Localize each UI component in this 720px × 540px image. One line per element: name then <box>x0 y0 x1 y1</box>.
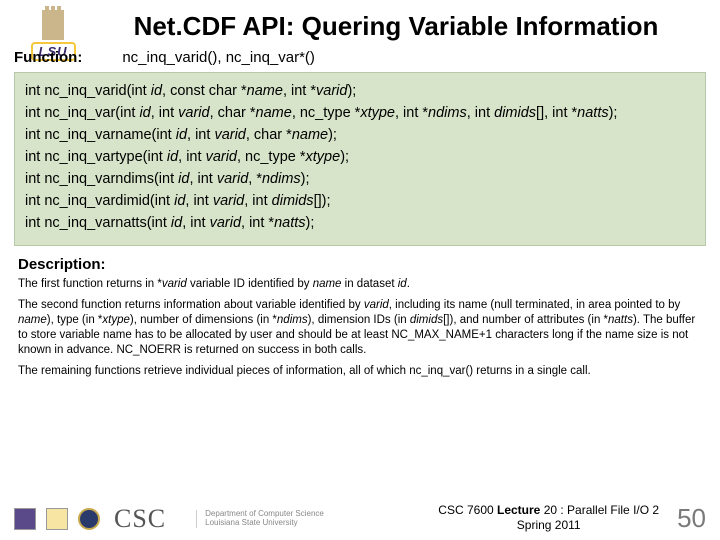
slide-title: Net.CDF API: Quering Variable Informatio… <box>92 8 700 41</box>
description-block: Description: The first function returns … <box>0 252 720 379</box>
slide-footer: CSC Department of Computer Science Louis… <box>0 503 720 534</box>
description-para: The second function returns information … <box>18 298 702 358</box>
description-para: The first function returns in *varid var… <box>18 277 702 292</box>
slide-header: LSU Net.CDF API: Quering Variable Inform… <box>0 0 720 66</box>
code-line: int nc_inq_varnatts(int id, int varid, i… <box>25 213 695 234</box>
footer-logos: CSC Department of Computer Science Louis… <box>14 504 324 534</box>
code-line: int nc_inq_varndims(int id, int varid, *… <box>25 169 695 190</box>
code-box: int nc_inq_varid(int id, const char *nam… <box>14 72 706 246</box>
function-row: Function: nc_inq_varid(), nc_inq_var*() <box>14 49 315 66</box>
title-wrap: Net.CDF API: Quering Variable Informatio… <box>92 8 700 41</box>
csc-text: CSC <box>114 504 166 534</box>
function-label: Function: <box>14 49 82 66</box>
code-line: int nc_inq_varid(int id, const char *nam… <box>25 81 695 102</box>
cct-logo-icon <box>14 508 36 530</box>
page-number: 50 <box>669 503 706 534</box>
code-line: int nc_inq_vardimid(int id, int varid, i… <box>25 191 695 212</box>
code-line: int nc_inq_var(int id, int varid, char *… <box>25 103 695 124</box>
dept-line: Louisiana State University <box>205 519 324 528</box>
nsf-logo-icon <box>78 508 100 530</box>
function-names: nc_inq_varid(), nc_inq_var*() <box>122 49 315 66</box>
description-text: The first function returns in *varid var… <box>18 277 702 379</box>
department-block: Department of Computer Science Louisiana… <box>196 510 324 528</box>
tower-icon <box>42 10 64 40</box>
description-para: The remaining functions retrieve individ… <box>18 364 702 379</box>
cct-logo-icon <box>46 508 68 530</box>
lecture-info: CSC 7600 Lecture 20 : Parallel File I/O … <box>438 503 669 534</box>
code-line: int nc_inq_varname(int id, int varid, ch… <box>25 125 695 146</box>
code-line: int nc_inq_vartype(int id, int varid, nc… <box>25 147 695 168</box>
description-label: Description: <box>18 256 702 273</box>
